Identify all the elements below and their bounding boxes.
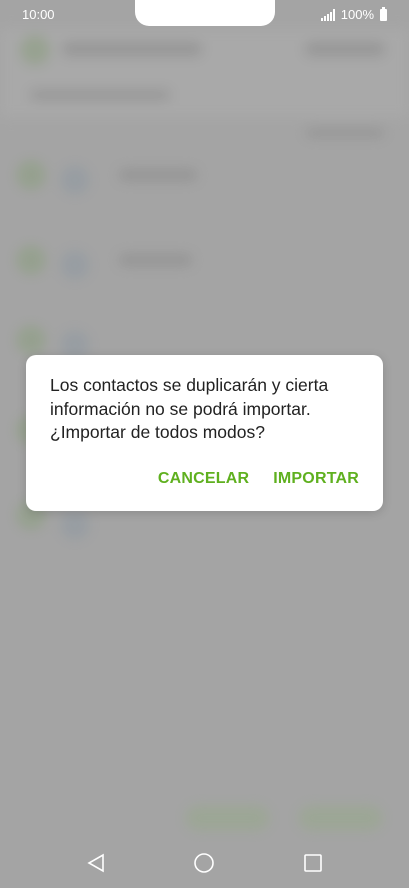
home-circle-icon[interactable]	[192, 851, 216, 875]
back-triangle-icon[interactable]	[84, 851, 108, 875]
camera-notch	[135, 0, 275, 26]
cancel-button[interactable]: CANCELAR	[158, 470, 249, 488]
battery-percent: 100%	[340, 7, 374, 22]
navigation-bar	[0, 838, 409, 888]
recent-square-icon[interactable]	[301, 851, 325, 875]
status-indicators: 100%	[320, 6, 387, 22]
signal-icon	[320, 8, 335, 21]
dialog-actions: CANCELAR IMPORTAR	[158, 470, 359, 488]
dialog-message: Los contactos se duplicarán y cierta inf…	[50, 375, 329, 442]
status-time: 10:00	[22, 7, 55, 22]
confirm-dialog: Los contactos se duplicarán y cierta inf…	[26, 355, 383, 511]
import-button[interactable]: IMPORTAR	[273, 470, 359, 488]
battery-icon	[380, 6, 387, 21]
